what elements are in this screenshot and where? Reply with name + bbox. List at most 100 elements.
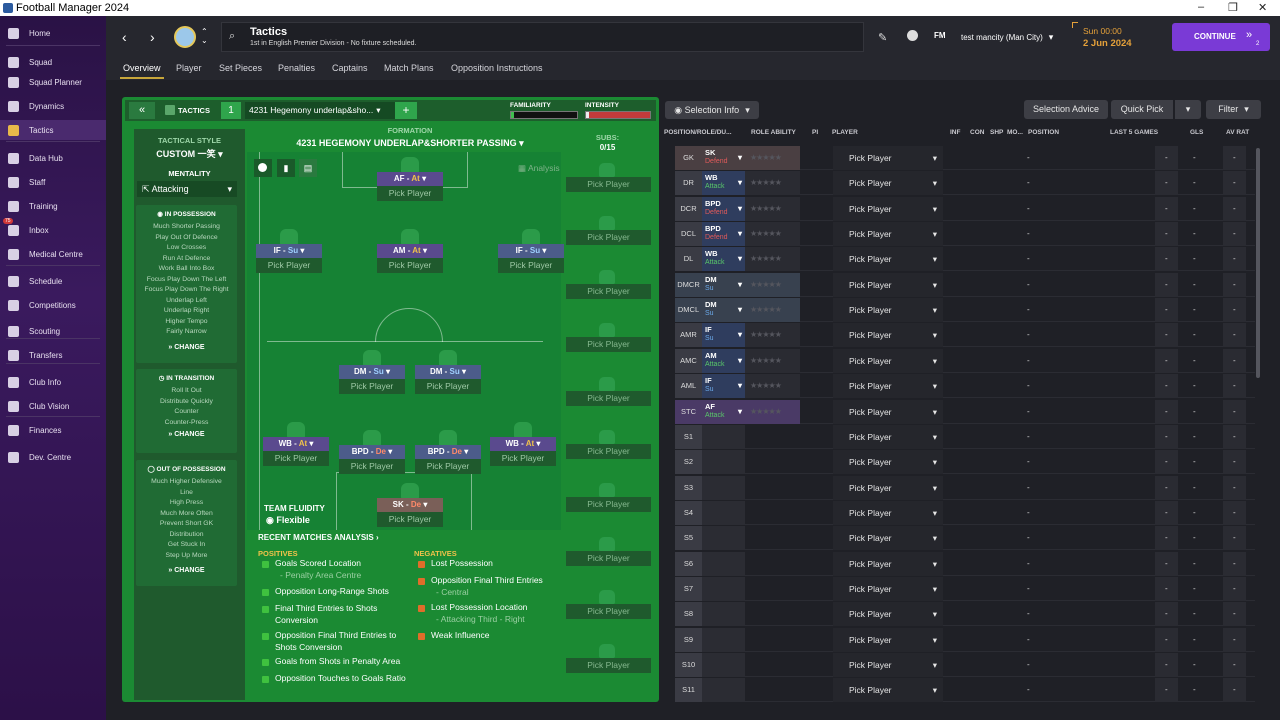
pitch-slot-sk[interactable]: SK - De ▾ Pick Player [377,483,443,535]
pick-player-dropdown[interactable]: Pick Player ▾ [833,247,943,272]
sidebar-item-finances[interactable]: Finances [0,420,106,440]
sidebar-item-squad-planner[interactable]: Squad Planner [0,72,106,92]
slot-role-dropdown[interactable]: DM - Su ▾ [339,365,405,379]
tab-player[interactable]: Player [176,63,202,73]
slot-role-dropdown[interactable]: WB - At ▾ [490,437,556,451]
column-header-6[interactable]: SHP [990,129,1003,136]
table-row[interactable]: DCL BPD Defend ▾ ★★★★★ Pick Player ▾ - - - - [675,222,1255,247]
sidebar-item-club-info[interactable]: Club Info [0,372,106,392]
pick-player-button[interactable]: Pick Player [415,459,481,474]
formation-dropdown[interactable]: 4231 HEGEMONY UNDERLAP&SHORTER PASSING ▾ [247,138,573,149]
pick-player-button[interactable]: Pick Player [377,258,443,273]
pick-player-button[interactable]: Pick Player [339,379,405,394]
sub-pick-player-button[interactable]: Pick Player [566,444,651,459]
pick-player-button[interactable]: Pick Player [263,451,329,466]
slot-role-dropdown[interactable]: WB - At ▾ [263,437,329,451]
pick-player-dropdown[interactable]: Pick Player ▾ [833,678,943,703]
search-bar[interactable]: ⌕ Tactics 1st in English Premier Divisio… [221,22,864,52]
pitch-slot-am[interactable]: AM - At ▾ Pick Player [377,229,443,281]
table-row[interactable]: S8 Pick Player ▾ - - - - [675,602,1255,627]
table-row[interactable]: S2 Pick Player ▾ - - - - [675,450,1255,475]
pick-player-button[interactable]: Pick Player [256,258,322,273]
pick-player-button[interactable]: Pick Player [339,459,405,474]
pick-player-button[interactable]: Pick Player [415,379,481,394]
quick-pick-dropdown[interactable]: ▾ [1175,100,1201,119]
sidebar-item-competitions[interactable]: Competitions [0,295,106,315]
pick-player-dropdown[interactable]: Pick Player ▾ [833,171,943,196]
table-row[interactable]: S10 Pick Player ▾ - - - - [675,653,1255,677]
table-row[interactable]: AMC AM Attack ▾ ★★★★★ Pick Player ▾ - - - - [675,348,1255,373]
column-header-5[interactable]: CON [970,129,984,136]
tactic-slot-number[interactable]: 1 [221,102,241,119]
pick-player-button[interactable]: Pick Player [377,512,443,527]
pick-player-dropdown[interactable]: Pick Player ▾ [833,424,943,449]
column-header-8[interactable]: POSITION [1028,129,1059,136]
tab-opposition-instructions[interactable]: Opposition Instructions [451,63,543,73]
sidebar-item-home[interactable]: Home [0,23,106,43]
table-row[interactable]: STC AF Attack ▾ ★★★★★ Pick Player ▾ - - - - [675,399,1255,424]
table-row[interactable]: GK SK Defend ▾ ★★★★★ Pick Player ▾ - - - - [675,146,1255,170]
sidebar-item-training[interactable]: Training [0,196,106,216]
manager-avatar-icon[interactable] [907,30,918,41]
notes-view-toggle[interactable]: ▤ [299,159,317,177]
table-row[interactable]: S4 Pick Player ▾ - - - - [675,500,1255,525]
slot-role-dropdown[interactable]: BPD - De ▾ [339,445,405,459]
pick-player-button[interactable]: Pick Player [498,258,564,273]
pick-player-dropdown[interactable]: Pick Player ▾ [833,653,943,677]
table-row[interactable]: S11 Pick Player ▾ - - - - [675,678,1255,703]
pitch-slot-bpd[interactable]: BPD - De ▾ Pick Player [415,430,481,482]
pitch-slot-if[interactable]: IF - Su ▾ Pick Player [256,229,322,281]
table-row[interactable]: DMCL DM Su ▾ ★★★★★ Pick Player ▾ - - - - [675,298,1255,323]
quick-pick-button[interactable]: Quick Pick [1111,100,1173,119]
slot-role-dropdown[interactable]: IF - Su ▾ [256,244,322,258]
analysis-toggle[interactable]: ▦ Analysis [518,163,560,174]
minimize-button[interactable]: – [1198,1,1204,13]
in-transition-change-button[interactable]: » CHANGE [136,431,237,438]
table-row[interactable]: S7 Pick Player ▾ - - - - [675,576,1255,601]
pick-player-dropdown[interactable]: Pick Player ▾ [833,450,943,475]
pick-player-dropdown[interactable]: Pick Player ▾ [833,348,943,373]
forward-arrow-icon[interactable]: › [150,29,155,45]
pick-player-button[interactable]: Pick Player [490,451,556,466]
sub-pick-player-button[interactable]: Pick Player [566,550,651,566]
sidebar-item-squad[interactable]: Squad [0,52,106,72]
sidebar-item-dev-centre[interactable]: Dev. Centre [0,447,106,467]
tab-set-pieces[interactable]: Set Pieces [219,63,262,73]
column-header-4[interactable]: INF [950,129,960,136]
player-info-toggle[interactable] [254,159,272,177]
selection-advice-button[interactable]: Selection Advice [1024,100,1108,119]
tactic-name-dropdown[interactable]: 4231 Hegemony underlap&sho... ▾ [245,102,395,119]
column-header-0[interactable]: POSITION/ROLE/DU... [664,129,732,136]
sub-pick-player-button[interactable]: Pick Player [566,230,651,246]
column-header-9[interactable]: LAST 5 GAMES [1110,129,1158,136]
pick-player-dropdown[interactable]: Pick Player ▾ [833,196,943,221]
club-crest-icon[interactable] [174,26,196,48]
table-row[interactable]: DCR BPD Defend ▾ ★★★★★ Pick Player ▾ - - - - [675,196,1255,221]
table-row[interactable]: S5 Pick Player ▾ - - - - [675,526,1255,551]
row-role-dropdown[interactable]: AM Attack ▾ [702,348,745,373]
selection-info-dropdown[interactable]: ◉ Selection Info [665,101,759,119]
column-header-2[interactable]: PI [812,129,818,136]
pick-player-dropdown[interactable]: Pick Player ▾ [833,298,943,323]
club-switch-icon[interactable]: ⌃ ⌄ [201,27,208,45]
row-role-dropdown[interactable]: WB Attack ▾ [702,171,745,196]
row-role-dropdown[interactable]: AF Attack ▾ [702,399,745,424]
collapse-button[interactable]: « [129,102,155,119]
column-header-7[interactable]: MO... [1007,129,1023,136]
table-row[interactable]: AML IF Su ▾ ★★★★★ Pick Player ▾ - - - - [675,374,1255,399]
pick-player-dropdown[interactable]: Pick Player ▾ [833,374,943,399]
row-role-dropdown[interactable]: IF Su ▾ [702,374,745,399]
manager-dropdown[interactable]: test mancity (Man City) [961,32,1053,43]
table-row[interactable]: S1 Pick Player ▾ - - - - [675,424,1255,449]
table-row[interactable]: AMR IF Su ▾ ★★★★★ Pick Player ▾ - - - - [675,323,1255,348]
sidebar-item-medical-centre[interactable]: Medical Centre [0,244,106,264]
filter-dropdown[interactable]: Filter [1206,100,1261,119]
pitch-slot-bpd[interactable]: BPD - De ▾ Pick Player [339,430,405,482]
table-row[interactable]: DL WB Attack ▾ ★★★★★ Pick Player ▾ - - - - [675,247,1255,272]
pick-player-dropdown[interactable]: Pick Player ▾ [833,222,943,247]
pitch-slot-dm[interactable]: DM - Su ▾ Pick Player [415,350,481,402]
sub-pick-player-button[interactable]: Pick Player [566,657,651,673]
pick-player-dropdown[interactable]: Pick Player ▾ [833,551,943,576]
tactical-style-dropdown[interactable]: CUSTOM 一笑 ▾ [134,147,245,160]
table-row[interactable]: S9 Pick Player ▾ - - - - [675,627,1255,652]
